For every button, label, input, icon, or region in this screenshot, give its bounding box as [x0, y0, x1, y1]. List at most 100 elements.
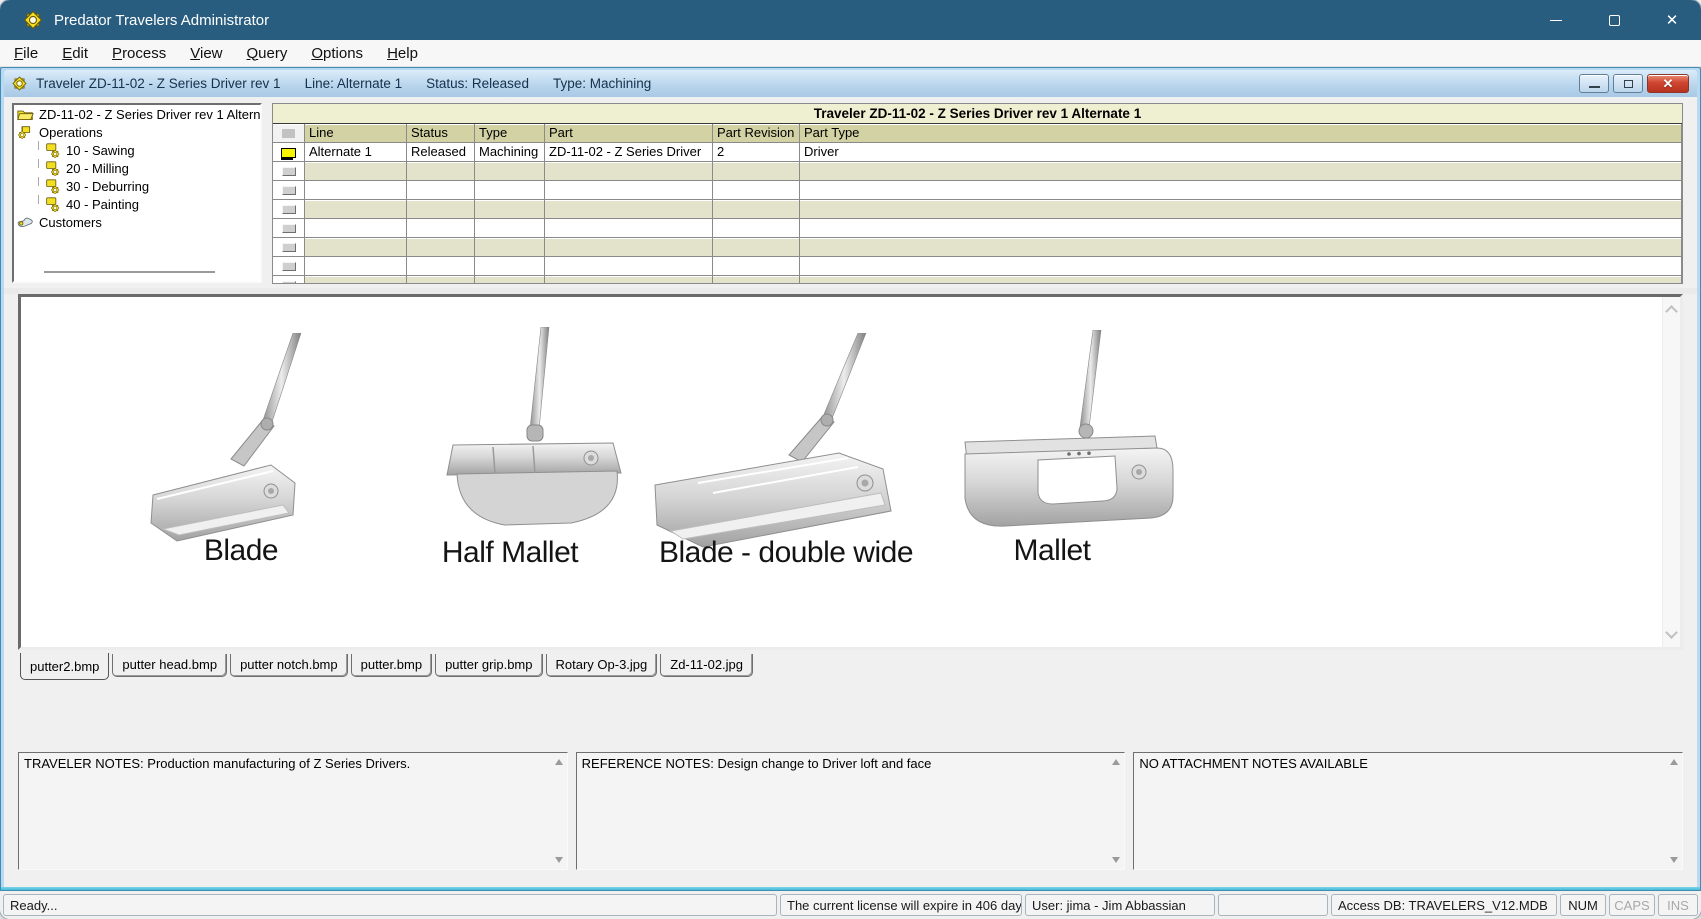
col-header-part[interactable]: Part [545, 124, 713, 143]
menu-file[interactable]: File [2, 42, 50, 65]
table-title: Traveler ZD-11-02 - Z Series Driver rev … [273, 104, 1682, 124]
cell-line[interactable]: Alternate 1 [305, 143, 407, 162]
tree-item-label: ZD-11-02 - Z Series Driver rev 1 Altern [39, 107, 261, 122]
row-button-icon [282, 281, 296, 284]
scroll-down-icon[interactable] [1670, 857, 1678, 863]
select-all-icon [282, 129, 295, 138]
row-button-icon [282, 167, 296, 176]
tab-putter2-bmp[interactable]: putter2.bmp [20, 653, 109, 680]
statusbar: Ready... The current license will expire… [0, 891, 1701, 919]
close-icon: ✕ [1666, 11, 1679, 29]
tree-item-operations[interactable]: Operations [14, 123, 260, 141]
child-minimize-icon [1589, 86, 1600, 88]
tab-putter-notch-bmp[interactable]: putter notch.bmp [230, 654, 348, 677]
menu-query[interactable]: Query [235, 42, 300, 65]
tree-item-op-30-deburring[interactable]: 30 - Deburring [14, 177, 260, 195]
putter-blade-double-wide-image [643, 333, 943, 563]
reference-notes-panel[interactable]: REFERENCE NOTES: Design change to Driver… [576, 752, 1126, 870]
status-database: Access DB: TRAVELERS_V12.MDB [1331, 894, 1557, 916]
traveler-table: Traveler ZD-11-02 - Z Series Driver rev … [272, 103, 1683, 284]
close-button[interactable]: ✕ [1643, 0, 1701, 40]
tab-putter-bmp[interactable]: putter.bmp [351, 654, 432, 677]
tree-item-op-10-sawing[interactable]: 10 - Sawing [14, 141, 260, 159]
minimize-button[interactable] [1527, 0, 1585, 40]
col-header-status[interactable]: Status [407, 124, 475, 143]
child-minimize-button[interactable] [1579, 74, 1609, 93]
scroll-up-icon[interactable] [1670, 759, 1678, 765]
col-header-line[interactable]: Line [305, 124, 407, 143]
scroll-down-icon[interactable] [1665, 626, 1678, 639]
menu-help[interactable]: Help [375, 42, 430, 65]
row-selector-cell[interactable] [273, 181, 305, 200]
cell-type[interactable]: Machining [475, 143, 545, 162]
child-close-button[interactable]: ✕ [1647, 74, 1689, 93]
row-button-icon [282, 224, 296, 233]
scroll-up-icon[interactable] [555, 759, 563, 765]
child-restore-icon [1624, 80, 1633, 88]
row-button-icon [282, 205, 296, 214]
child-restore-button[interactable] [1613, 74, 1643, 93]
tab-putter-grip-bmp[interactable]: putter grip.bmp [435, 654, 542, 677]
maximize-button[interactable] [1585, 0, 1643, 40]
attachment-notes-panel[interactable]: NO ATTACHMENT NOTES AVAILABLE [1133, 752, 1683, 870]
attachment-tabbar: putter2.bmp putter head.bmp putter notch… [20, 653, 756, 683]
row-selector-cell[interactable] [273, 143, 305, 162]
scroll-up-icon[interactable] [1112, 759, 1120, 765]
tree-table-splitter[interactable] [262, 103, 272, 283]
cell-part-type[interactable]: Driver [800, 143, 1682, 162]
table-empty-row[interactable] [273, 181, 1682, 200]
table-empty-row[interactable] [273, 219, 1682, 238]
minimize-icon [1550, 20, 1562, 21]
table-empty-row[interactable] [273, 162, 1682, 181]
col-header-part-revision[interactable]: Part Revision [713, 124, 800, 143]
flag-icon [281, 148, 296, 158]
tree-item-label: 20 - Milling [66, 161, 129, 176]
tree-item-op-40-painting[interactable]: 40 - Painting [14, 195, 260, 213]
cell-part-revision[interactable]: 2 [713, 143, 800, 162]
tree-item-customers[interactable]: Customers [14, 213, 260, 231]
tree-horizontal-scrollbar[interactable] [44, 271, 215, 273]
image-vertical-scrollbar[interactable] [1662, 297, 1680, 647]
row-selector-cell[interactable] [273, 276, 305, 284]
cell-part[interactable]: ZD-11-02 - Z Series Driver [545, 143, 713, 162]
scroll-up-icon[interactable] [1665, 305, 1678, 318]
menu-view[interactable]: View [178, 42, 234, 65]
table-header-row: Line Status Type Part Part Revision Part… [273, 124, 1682, 143]
operations-icon [17, 125, 34, 140]
child-title: Traveler ZD-11-02 - Z Series Driver rev … [36, 76, 675, 91]
status-spacer [1218, 894, 1328, 916]
menu-options[interactable]: Options [299, 42, 375, 65]
table-empty-row[interactable] [273, 200, 1682, 219]
row-selector-cell[interactable] [273, 238, 305, 257]
col-header-part-type[interactable]: Part Type [800, 124, 1682, 143]
table-empty-row[interactable] [273, 238, 1682, 257]
tree-item-traveler-root[interactable]: ZD-11-02 - Z Series Driver rev 1 Altern [14, 105, 260, 123]
traveler-tree: ZD-11-02 - Z Series Driver rev 1 Altern … [12, 103, 262, 283]
scroll-down-icon[interactable] [555, 857, 563, 863]
row-selector-cell[interactable] [273, 219, 305, 238]
col-header-type[interactable]: Type [475, 124, 545, 143]
tree-item-label: Operations [39, 125, 103, 140]
cell-status[interactable]: Released [407, 143, 475, 162]
tab-putter-head-bmp[interactable]: putter head.bmp [112, 654, 227, 677]
row-selector-cell[interactable] [273, 257, 305, 276]
menu-edit[interactable]: Edit [50, 42, 100, 65]
app-window: Predator Travelers Administrator ✕ File … [0, 0, 1701, 919]
table-select-all-cell[interactable] [273, 124, 305, 143]
table-empty-row[interactable] [273, 257, 1682, 276]
app-gear-icon [22, 9, 44, 31]
tab-zd-11-02-jpg[interactable]: Zd-11-02.jpg [660, 654, 753, 677]
menu-process[interactable]: Process [100, 42, 178, 65]
child-title-status: Status: Released [426, 76, 529, 91]
table-row[interactable]: Alternate 1 Released Machining ZD-11-02 … [273, 143, 1682, 162]
child-window-bottom-border [1, 887, 1700, 890]
tab-rotary-op-3-jpg[interactable]: Rotary Op-3.jpg [546, 654, 658, 677]
child-title-line: Line: Alternate 1 [305, 76, 403, 91]
tree-item-op-20-milling[interactable]: 20 - Milling [14, 159, 260, 177]
table-empty-row[interactable] [273, 276, 1682, 284]
row-selector-cell[interactable] [273, 162, 305, 181]
traveler-notes-panel[interactable]: TRAVELER NOTES: Production manufacturing… [18, 752, 568, 870]
row-selector-cell[interactable] [273, 200, 305, 219]
scroll-down-icon[interactable] [1112, 857, 1120, 863]
status-caps-lock: CAPS [1609, 894, 1655, 916]
